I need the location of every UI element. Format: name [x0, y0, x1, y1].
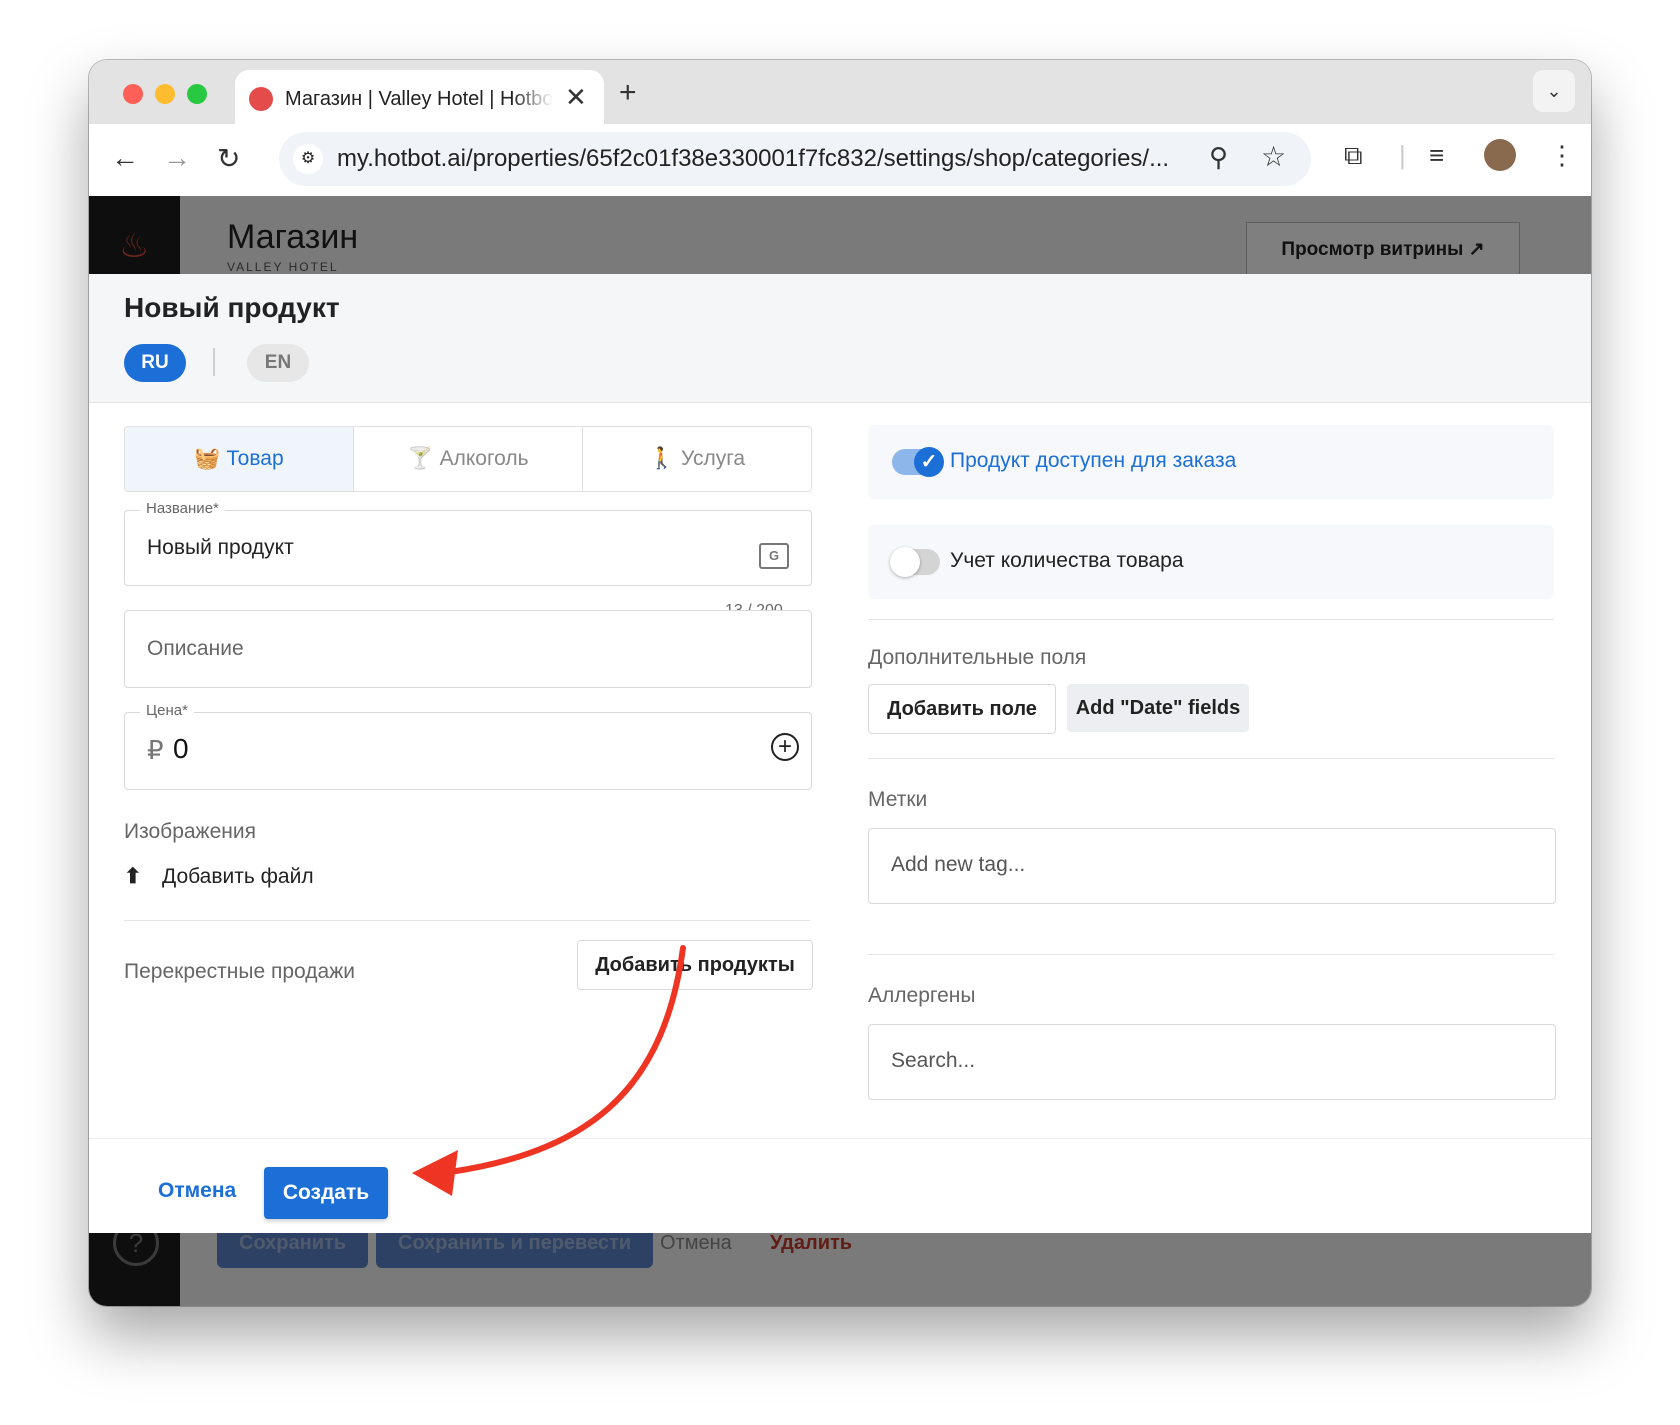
tab-title: Магазин | Valley Hotel | Hotbot — [285, 88, 553, 110]
add-products-button[interactable]: Добавить продукты — [577, 940, 813, 990]
reload-icon[interactable]: ↻ — [217, 142, 240, 175]
modal-header: Новый продукт RU EN — [89, 274, 1591, 403]
new-product-modal: Новый продукт RU EN 🧺 Товар 🍸 Алкоголь 🚶 Ус… — [89, 274, 1591, 1233]
tags-placeholder: Add new tag... — [891, 853, 1026, 876]
available-toggle-card: ✓ Продукт доступен для заказа — [868, 425, 1554, 499]
price-input[interactable]: 0 — [173, 733, 189, 765]
close-window-button[interactable] — [123, 84, 143, 104]
zoom-icon[interactable]: ⚲ — [1209, 142, 1228, 173]
left-divider — [124, 920, 810, 921]
address-bar[interactable]: ⚙ my.hotbot.ai/properties/65f2c01f38e330… — [279, 132, 1311, 186]
translate-icon[interactable]: G — [759, 543, 789, 569]
cross-sales-label: Перекрестные продажи — [124, 960, 355, 983]
tab-close-icon[interactable]: ✕ — [565, 82, 587, 113]
available-toggle[interactable]: ✓ — [892, 447, 944, 477]
right-divider-1 — [868, 619, 1554, 620]
cocktail-glass-icon: 🍸 — [407, 447, 434, 470]
modal-title: Новый продукт — [124, 292, 340, 323]
tab-service-label: Услуга — [681, 447, 746, 470]
check-icon: ✓ — [914, 447, 944, 477]
images-label: Изображения — [124, 820, 256, 843]
add-date-fields-button[interactable]: Add "Date" fields — [1067, 684, 1249, 732]
cancel-button[interactable]: Отмена — [158, 1179, 236, 1203]
tab-goods-label: Товар — [226, 447, 284, 470]
media-control-icon[interactable]: ≡ — [1429, 140, 1444, 171]
basket-icon: 🧺 — [194, 447, 221, 470]
extensions-icon[interactable]: ⧉ — [1344, 140, 1363, 172]
quantity-toggle[interactable] — [890, 547, 940, 577]
right-divider-2 — [868, 758, 1554, 759]
site-settings-icon[interactable]: ⚙ — [293, 144, 323, 174]
add-price-plus-icon[interactable]: + — [771, 733, 799, 761]
tab-service[interactable]: 🚶 Услуга — [583, 427, 811, 491]
ruble-currency-symbol: ₽ — [147, 735, 164, 765]
price-field-label: Цена* — [140, 702, 194, 719]
lang-en-chip[interactable]: EN — [247, 344, 309, 382]
tags-input[interactable]: Add new tag... — [868, 828, 1556, 904]
lang-ru-chip[interactable]: RU — [124, 344, 186, 382]
maximize-window-button[interactable] — [187, 84, 207, 104]
toggle-knob — [890, 547, 920, 577]
add-file-label: Добавить файл — [162, 865, 314, 888]
back-arrow-icon[interactable]: ← — [111, 142, 139, 174]
window-controls — [123, 84, 207, 104]
description-placeholder: Описание — [147, 637, 244, 660]
new-tab-icon[interactable]: + — [619, 76, 637, 110]
more-menu-icon[interactable]: ⋮ — [1549, 140, 1575, 171]
bookmark-star-icon[interactable]: ☆ — [1261, 140, 1286, 173]
minimize-window-button[interactable] — [155, 84, 175, 104]
person-service-icon: 🚶 — [648, 447, 676, 470]
upload-icon: ⬆ — [124, 865, 142, 888]
product-type-tabs: 🧺 Товар 🍸 Алкоголь 🚶 Услуга — [124, 426, 812, 492]
tab-goods[interactable]: 🧺 Товар — [125, 427, 354, 491]
right-divider-3 — [868, 954, 1554, 955]
tab-bar: Магазин | Valley Hotel | Hotbot ✕ + ⌄ — [89, 60, 1591, 126]
tab-search-chevron-icon[interactable]: ⌄ — [1533, 70, 1575, 112]
allergens-search-input[interactable]: Search... — [868, 1024, 1556, 1100]
browser-window: Магазин | Valley Hotel | Hotbot ✕ + ⌄ ← … — [89, 60, 1591, 1306]
modal-footer: Отмена Создать — [89, 1138, 1591, 1233]
allergens-placeholder: Search... — [891, 1049, 976, 1072]
add-file-button[interactable]: ⬆ Добавить файл — [124, 864, 314, 889]
url-text[interactable]: my.hotbot.ai/properties/65f2c01f38e33000… — [337, 145, 1169, 173]
quantity-toggle-card: Учет количества товара — [868, 525, 1554, 599]
tab-alcohol[interactable]: 🍸 Алкоголь — [354, 427, 583, 491]
add-field-button[interactable]: Добавить поле — [868, 684, 1056, 734]
name-field-label: Название* — [140, 500, 225, 517]
forward-arrow-icon[interactable]: → — [163, 142, 191, 174]
hotbot-favicon-icon — [249, 87, 273, 111]
name-field[interactable]: Название* Новый продукт G — [124, 500, 812, 586]
lang-divider — [213, 348, 215, 376]
profile-avatar[interactable] — [1484, 139, 1516, 171]
browser-tab[interactable]: Магазин | Valley Hotel | Hotbot ✕ — [235, 70, 604, 126]
tags-label: Метки — [868, 788, 928, 811]
extra-fields-label: Дополнительные поля — [868, 646, 1087, 669]
price-field[interactable]: Цена* ₽ 0 + — [124, 702, 812, 790]
tab-alcohol-label: Алкоголь — [439, 447, 529, 470]
description-field[interactable]: Описание — [124, 610, 812, 688]
create-button[interactable]: Создать — [264, 1167, 388, 1219]
browser-toolbar: ← → ↻ ⚙ my.hotbot.ai/properties/65f2c01f… — [89, 124, 1591, 197]
name-input[interactable]: Новый продукт — [147, 536, 294, 560]
quantity-label: Учет количества товара — [950, 549, 1184, 572]
available-label: Продукт доступен для заказа — [950, 449, 1237, 472]
toolbar-separator: | — [1399, 140, 1406, 170]
allergens-label: Аллергены — [868, 984, 976, 1007]
